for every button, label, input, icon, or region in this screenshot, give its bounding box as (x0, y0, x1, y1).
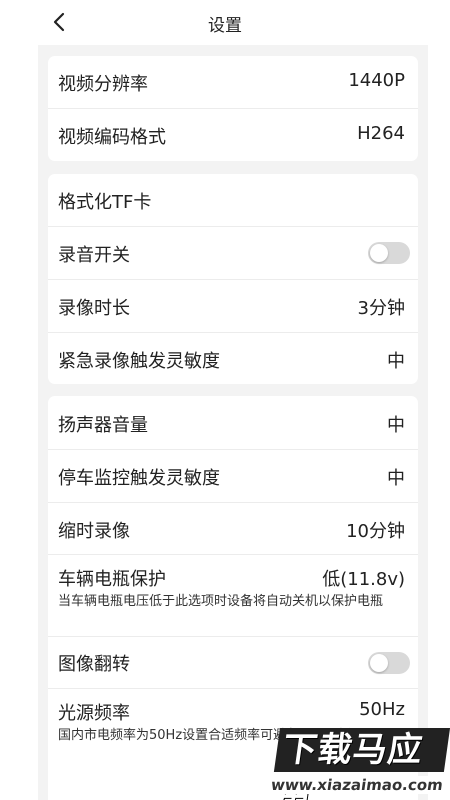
setting-row-resolution[interactable]: 视频分辨率 1440P (48, 56, 418, 108)
toggle-knob (370, 654, 388, 672)
setting-label: 停车监控触发灵敏度 (58, 468, 220, 489)
watermark-url: www.xiazaimao.com (266, 776, 448, 794)
setting-value: 10分钟 (346, 521, 405, 542)
image-flip-toggle-switch[interactable] (368, 652, 410, 674)
navigation-bar: 设置 (0, 0, 450, 45)
setting-description: 当车辆电瓶电压低于此选项时设备将自动关机以保护电瓶 (58, 594, 384, 609)
setting-row-image-flip: 图像翻转 (48, 636, 418, 688)
setting-value: 中 (387, 415, 405, 436)
setting-value: 1440P (348, 70, 405, 91)
page-title: 设置 (208, 16, 242, 36)
setting-label: 格式化TF卡 (58, 192, 152, 213)
setting-label: 视频编码格式 (58, 127, 166, 148)
setting-row-encoding[interactable]: 视频编码格式 H264 (48, 108, 418, 161)
setting-row-battery-protection[interactable]: 车辆电瓶保护 低(11.8v) 当车辆电瓶电压低于此选项时设备将自动关机以保护电… (48, 554, 418, 636)
setting-row-record-duration[interactable]: 录像时长 3分钟 (48, 279, 418, 332)
setting-value: 中 (387, 351, 405, 372)
site-watermark: 下载马应用 www.xiazaimao.com (260, 728, 450, 800)
setting-row-speaker-volume[interactable]: 扬声器音量 中 (48, 396, 418, 449)
setting-value: 低(11.8v) (322, 569, 405, 590)
setting-value: 3分钟 (357, 298, 405, 319)
setting-row-audio-switch: 录音开关 (48, 226, 418, 279)
setting-label: 视频分辨率 (58, 74, 148, 95)
setting-label: 光源频率 (58, 703, 130, 724)
setting-label: 录像时长 (58, 298, 130, 319)
setting-row-timelapse[interactable]: 缩时录像 10分钟 (48, 502, 418, 554)
setting-row-parking-sensitivity[interactable]: 停车监控触发灵敏度 中 (48, 449, 418, 502)
setting-label: 车辆电瓶保护 (58, 569, 166, 590)
setting-value: 50Hz (359, 699, 405, 720)
setting-row-emergency-sensitivity[interactable]: 紧急录像触发灵敏度 中 (48, 332, 418, 384)
setting-label: 扬声器音量 (58, 415, 148, 436)
settings-group-video: 视频分辨率 1440P 视频编码格式 H264 (48, 56, 418, 161)
setting-value: H264 (357, 123, 405, 144)
setting-value: 中 (387, 468, 405, 489)
watermark-title: 下载马应用 (273, 728, 450, 800)
settings-list: 视频分辨率 1440P 视频编码格式 H264 格式化TF卡 录音开关 录像时长… (38, 45, 428, 800)
setting-label: 录音开关 (58, 245, 130, 266)
toggle-knob (370, 244, 388, 262)
setting-row-format-tf[interactable]: 格式化TF卡 (48, 174, 418, 226)
setting-label: 图像翻转 (58, 654, 130, 675)
setting-label: 紧急录像触发灵敏度 (58, 351, 220, 372)
setting-label: 缩时录像 (58, 521, 130, 542)
settings-group-recording: 格式化TF卡 录音开关 录像时长 3分钟 紧急录像触发灵敏度 中 (48, 174, 418, 384)
audio-toggle-switch[interactable] (368, 242, 410, 264)
